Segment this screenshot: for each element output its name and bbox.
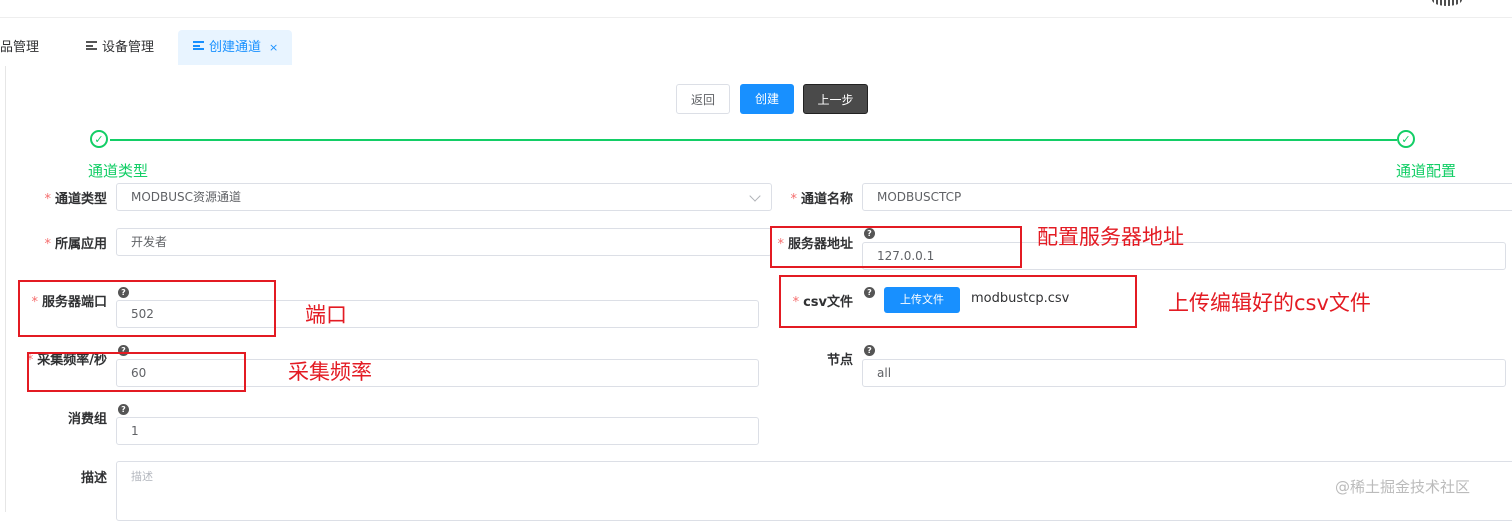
back-button[interactable]: 返回	[676, 84, 730, 114]
menu-icon	[86, 41, 97, 50]
tab-label: 创建通道	[209, 40, 262, 55]
app-input[interactable]: 开发者	[116, 228, 772, 256]
annotation-frequency: 采集频率	[288, 360, 372, 384]
check-icon: ✓	[1397, 130, 1415, 148]
watermark: @稀土掘金技术社区	[1335, 478, 1471, 496]
node-label: 节点	[826, 353, 853, 368]
description-label: 描述	[80, 471, 107, 486]
chevron-down-icon	[749, 190, 761, 202]
annotation-box-csv-file	[779, 275, 1137, 328]
required-mark: *	[44, 237, 51, 252]
label-text: 所属应用	[54, 237, 107, 252]
annotation-server-address: 配置服务器地址	[1037, 225, 1184, 249]
description-textarea[interactable]	[116, 461, 1512, 521]
check-icon: ✓	[90, 130, 108, 148]
annotation-box-server-address	[770, 226, 1022, 268]
channel-name-label: * 通道名称	[790, 188, 853, 207]
create-button[interactable]: 创建	[740, 84, 794, 114]
label-text: 通道类型	[54, 192, 107, 207]
step-title-channel-config: 通道配置	[1396, 162, 1457, 180]
required-mark: *	[790, 192, 797, 207]
close-icon[interactable]: ×	[269, 41, 278, 54]
help-icon[interactable]: ?	[118, 404, 129, 415]
annotation-box-server-port	[18, 280, 276, 337]
previous-step-button[interactable]: 上一步	[803, 84, 868, 114]
required-mark: *	[44, 192, 51, 207]
menu-icon	[193, 41, 204, 50]
consumer-group-label: 消费组	[67, 412, 107, 427]
divider	[5, 66, 6, 512]
steps-progress-line	[110, 139, 1397, 141]
tab-device-management[interactable]: 设备管理	[86, 30, 154, 65]
consumer-group-input[interactable]: 1	[116, 417, 759, 445]
app-label: * 所属应用	[44, 233, 107, 252]
annotation-port: 端口	[305, 303, 347, 327]
select-value: MODBUSC资源通道	[131, 190, 242, 204]
tab-create-channel[interactable]: 创建通道 ×	[178, 30, 293, 65]
channel-type-select[interactable]: MODBUSC资源通道	[116, 183, 772, 211]
tab-label: 设备管理	[102, 40, 155, 55]
top-header	[0, 0, 1512, 18]
step-title-channel-type: 通道类型	[88, 162, 149, 180]
help-icon[interactable]: ?	[864, 345, 875, 356]
channel-type-label: * 通道类型	[44, 188, 107, 207]
annotation-csv: 上传编辑好的csv文件	[1168, 291, 1371, 315]
tab-label: 品管理	[0, 40, 40, 55]
channel-name-input[interactable]: MODBUSCTCP	[862, 183, 1512, 211]
node-input[interactable]: all	[862, 359, 1506, 387]
label-text: 通道名称	[800, 192, 853, 207]
annotation-box-frequency	[27, 352, 246, 392]
tab-product-management[interactable]: 品管理	[0, 30, 39, 65]
tags-view-bar: 品管理 设备管理 创建通道 ×	[0, 30, 1512, 65]
